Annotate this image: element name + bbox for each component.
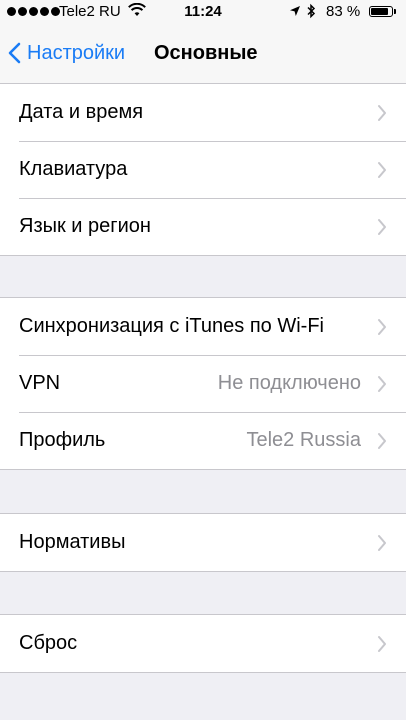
battery-tip	[394, 9, 396, 14]
list-item-profile[interactable]: Профиль Tele2 Russia	[0, 412, 406, 469]
status-bar: Tele2 RU 11:24 83 %	[0, 0, 406, 26]
location-arrow-icon	[289, 4, 301, 21]
settings-group-regulatory: Нормативы	[0, 513, 406, 572]
chevron-right-icon	[378, 375, 386, 392]
list-item-regulatory[interactable]: Нормативы	[0, 514, 406, 571]
battery-fill	[371, 8, 388, 15]
list-item-label: VPN	[19, 372, 61, 394]
chevron-right-icon	[378, 318, 386, 335]
settings-group-sync: Синхронизация с iTunes по Wi-Fi VPN Не п…	[0, 297, 406, 470]
list-item-label: Дата и время	[19, 101, 144, 123]
chevron-right-icon	[378, 161, 386, 178]
profile-value: Tele2 Russia	[246, 429, 361, 451]
list-item-vpn[interactable]: VPN Не подключено	[0, 355, 406, 412]
list-item-date-time[interactable]: Дата и время	[0, 84, 406, 141]
list-item-keyboard[interactable]: Клавиатура	[0, 141, 406, 198]
list-item-label: Синхронизация с iTunes по Wi-Fi	[19, 315, 324, 337]
chevron-left-icon	[8, 42, 21, 64]
list-item-label: Сброс	[19, 632, 78, 654]
back-button-label: Настройки	[27, 41, 126, 64]
list-item-reset[interactable]: Сброс	[0, 615, 406, 672]
chevron-right-icon	[378, 104, 386, 121]
list-item-label: Нормативы	[19, 531, 126, 553]
settings-group-datetime: Дата и время Клавиатура Язык и регион	[0, 83, 406, 256]
battery-percentage: 83 %	[326, 3, 361, 20]
list-item-label: Клавиатура	[19, 158, 128, 180]
chevron-right-icon	[378, 218, 386, 235]
list-item-language-region[interactable]: Язык и регион	[0, 198, 406, 255]
bluetooth-icon	[306, 3, 316, 23]
list-item-label: Профиль	[19, 429, 106, 451]
page-title: Основные	[154, 42, 258, 64]
navigation-bar: Tele2 RU 11:24 83 % Настройки Основные	[0, 0, 406, 85]
chevron-right-icon	[378, 635, 386, 652]
vpn-status-value: Не подключено	[217, 372, 361, 394]
list-item-label: Язык и регион	[19, 215, 151, 237]
settings-group-reset: Сброс	[0, 614, 406, 673]
chevron-right-icon	[378, 432, 386, 449]
battery-icon	[369, 6, 393, 17]
list-item-itunes-wifi-sync[interactable]: Синхронизация с iTunes по Wi-Fi	[0, 298, 406, 355]
chevron-right-icon	[378, 534, 386, 551]
back-button[interactable]: Настройки	[8, 38, 125, 68]
